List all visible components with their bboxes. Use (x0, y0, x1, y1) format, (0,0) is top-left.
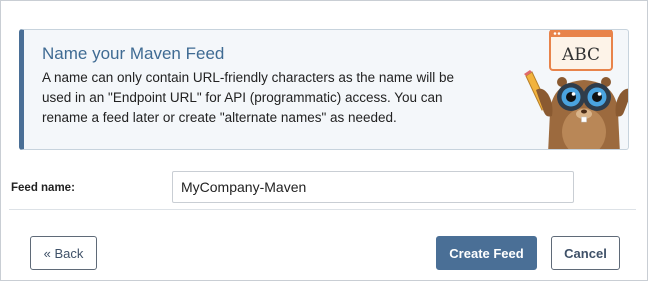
info-panel: Name your Maven Feed A name can only con… (19, 29, 629, 150)
abc-sign-text: ABC (561, 45, 600, 65)
divider (9, 209, 636, 210)
cancel-button[interactable]: Cancel (551, 236, 620, 270)
feed-name-input[interactable] (172, 171, 574, 203)
dialog-frame: Name your Maven Feed A name can only con… (0, 0, 648, 281)
abc-sign: ABC (549, 30, 613, 71)
create-feed-button[interactable]: Create Feed (436, 236, 537, 270)
info-description: A name can only contain URL-friendly cha… (42, 70, 454, 125)
info-title: Name your Maven Feed (42, 44, 225, 63)
back-button[interactable]: « Back (30, 236, 97, 270)
feed-name-label: Feed name: (11, 182, 75, 194)
feed-name-row: Feed name: (1, 169, 647, 209)
gopher-mascot-illustration: ABC (524, 30, 628, 149)
